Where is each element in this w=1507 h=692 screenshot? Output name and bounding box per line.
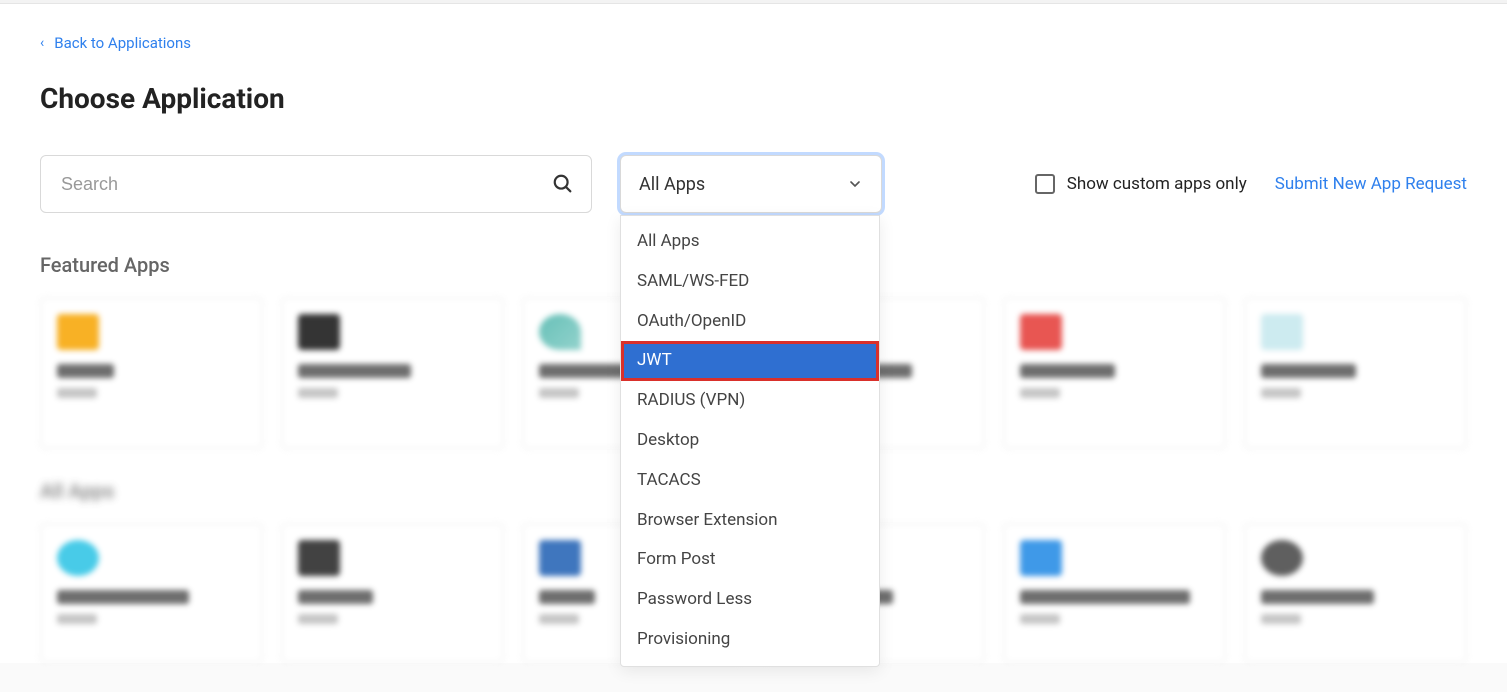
chevron-down-icon (847, 176, 863, 192)
show-custom-checkbox[interactable]: Show custom apps only (1035, 174, 1247, 194)
page-title: Choose Application (40, 82, 1467, 115)
filter-option-tacacs[interactable]: TACACS (621, 461, 879, 501)
filter-dropdown-menu: All Apps SAML/WS-FED OAuth/OpenID JWT RA… (620, 215, 880, 667)
filter-option-browser-ext[interactable]: Browser Extension (621, 501, 879, 541)
back-link-label: Back to Applications (54, 34, 191, 52)
app-card[interactable] (281, 297, 504, 449)
app-card[interactable] (1244, 523, 1467, 663)
app-card[interactable] (40, 523, 263, 663)
filter-option-oauth[interactable]: OAuth/OpenID (621, 302, 879, 342)
filter-option-all-apps[interactable]: All Apps (621, 222, 879, 262)
filter-option-saml[interactable]: SAML/WS-FED (621, 262, 879, 302)
search-icon (552, 173, 574, 195)
app-card[interactable] (281, 523, 504, 663)
checkbox-icon (1035, 174, 1055, 194)
filter-dropdown[interactable]: All Apps All Apps SAML/WS-FED OAuth/Open… (620, 155, 882, 213)
app-card[interactable] (1003, 523, 1226, 663)
chevron-left-icon: ‹ (40, 35, 44, 51)
filter-option-form-post[interactable]: Form Post (621, 540, 879, 580)
back-link[interactable]: ‹ Back to Applications (40, 4, 1467, 60)
app-card[interactable] (1244, 297, 1467, 449)
filter-option-passwordless[interactable]: Password Less (621, 580, 879, 620)
submit-new-app-link[interactable]: Submit New App Request (1275, 174, 1467, 194)
search-input[interactable] (40, 155, 592, 213)
filter-option-desktop[interactable]: Desktop (621, 421, 879, 461)
filter-option-provisioning[interactable]: Provisioning (621, 620, 879, 660)
filter-selected-label: All Apps (639, 174, 705, 195)
app-card[interactable] (40, 297, 263, 449)
filter-dropdown-toggle[interactable]: All Apps (620, 155, 882, 213)
app-card[interactable] (1003, 297, 1226, 449)
show-custom-label: Show custom apps only (1067, 174, 1247, 194)
filter-option-radius[interactable]: RADIUS (VPN) (621, 381, 879, 421)
filter-option-jwt[interactable]: JWT (621, 341, 879, 381)
